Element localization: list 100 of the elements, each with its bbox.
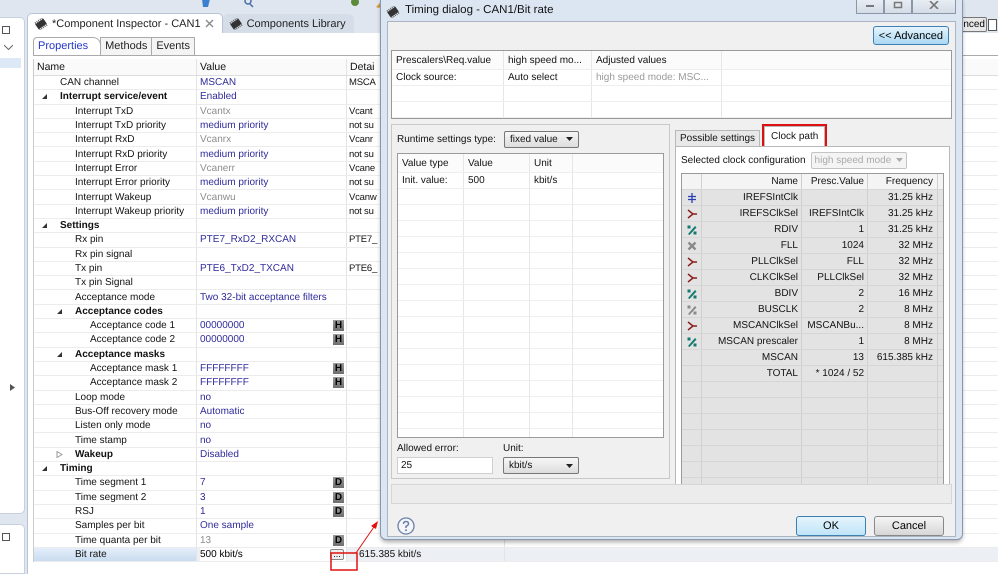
property-detail: 615.385 kbit/s	[359, 548, 422, 560]
table-cell: 13	[852, 352, 864, 363]
table-cell: BDIV	[702, 286, 802, 301]
property-name: Time stamp	[75, 434, 127, 446]
property-name: Acceptance mode	[75, 292, 156, 303]
unit-dropdown[interactable]: kbit/s	[503, 457, 579, 474]
mode-badge[interactable]: D	[333, 492, 344, 503]
ok-button[interactable]: OK	[796, 516, 866, 536]
property-name: Acceptance codes	[75, 306, 163, 317]
property-detail: Vcanw	[349, 192, 377, 203]
column-header[interactable]: Prescalers\Req.value	[392, 51, 504, 69]
settings-tab[interactable]: Clock path	[764, 126, 826, 146]
column-header[interactable]: Value	[197, 59, 347, 75]
property-value: PTE7_RxD2_RXCAN	[200, 234, 296, 246]
mode-badge[interactable]: D	[333, 534, 344, 546]
table-cell: PLLClkSel	[702, 254, 802, 269]
column-header[interactable]: Value	[464, 154, 530, 172]
property-name: Interrupt RxD	[75, 134, 134, 146]
property-value: FFFFFFFF	[200, 377, 249, 388]
column-header[interactable]: Presc.Value	[802, 174, 868, 189]
property-name: Rx pin	[75, 234, 104, 246]
property-name: Tx pin	[75, 263, 102, 274]
column-header[interactable]: Name	[34, 59, 197, 75]
property-name: Interrupt Wakeup priority	[75, 206, 184, 217]
table-cell: IREFSIntClk	[702, 190, 802, 205]
column-header[interactable]: high speed mo...	[504, 51, 592, 69]
property-value: Two 32-bit acceptance filters	[200, 292, 327, 303]
table-cell: high speed mode: MSC...	[592, 70, 722, 85]
tab-label: *Component Inspector - CAN1	[52, 18, 201, 30]
property-tab[interactable]: Properties	[33, 37, 102, 55]
property-value: Disabled	[200, 448, 239, 460]
table-cell: 1024	[842, 240, 864, 251]
property-name: Interrupt service/event	[60, 91, 168, 102]
property-tab[interactable]: Events	[151, 37, 195, 55]
property-name: Time segment 1	[75, 477, 146, 488]
property-name: CAN channel	[60, 77, 119, 88]
property-name: Interrupt TxD priority	[75, 120, 166, 132]
editor-tab[interactable]: Components Library	[222, 14, 354, 33]
table-cell: 31.25 kHz	[888, 224, 933, 235]
advanced-button[interactable]: << Advanced	[872, 26, 949, 45]
property-value: medium priority	[200, 177, 268, 188]
property-name: Interrupt TxD	[75, 106, 134, 117]
field-label: Runtime settings type:	[397, 134, 496, 144]
property-value: Enabled	[200, 91, 237, 102]
mode-badge[interactable]: H	[333, 320, 344, 332]
property-value: 1	[200, 506, 206, 518]
table-cell: Init. value:	[398, 173, 464, 188]
error-field[interactable]: 25	[397, 457, 493, 474]
settings-tab[interactable]: Possible settings	[675, 130, 760, 146]
property-value: PTE6_TxD2_TXCAN	[200, 263, 294, 274]
property-name: Bit rate	[75, 548, 107, 560]
window-title: Timing dialog - CAN1/Bit rate	[405, 4, 554, 18]
mode-badge[interactable]: H	[333, 377, 344, 388]
column-header[interactable]: Value type	[398, 154, 464, 172]
column-header[interactable]: Adjusted values	[592, 51, 722, 69]
property-value: Vcanwu	[200, 192, 236, 203]
property-name: Bus-Off recovery mode	[75, 406, 178, 417]
property-name: Time quanta per bit	[75, 534, 161, 546]
mode-badge[interactable]: D	[333, 477, 344, 488]
property-value: no	[200, 392, 212, 403]
table-cell: FLL	[702, 238, 802, 253]
property-value: Vcanrx	[200, 134, 232, 146]
property-name: Acceptance mask 2	[90, 377, 178, 388]
type-dropdown[interactable]: fixed value	[504, 130, 579, 148]
property-value: 13	[200, 534, 212, 546]
property-name: Acceptance masks	[75, 348, 166, 360]
table-cell: PLLClkSel	[817, 272, 864, 283]
table-cell: 8 MHz	[904, 336, 933, 347]
property-name: Timing	[60, 463, 93, 474]
cancel-button[interactable]: Cancel	[874, 516, 944, 536]
property-value: Automatic	[200, 406, 244, 417]
property-name: Acceptance code 1	[90, 320, 176, 332]
editor-tab[interactable]: *Component Inspector - CAN1	[27, 13, 223, 33]
property-value: medium priority	[200, 206, 268, 217]
property-name: Acceptance mask 1	[90, 363, 178, 374]
table-cell: IREFSClkSel	[702, 206, 802, 221]
property-value: MSCAN	[200, 77, 236, 88]
table-cell: MSCANClkSel	[702, 318, 802, 333]
property-detail: Vcane	[349, 162, 375, 174]
property-name: Interrupt Error	[75, 162, 138, 174]
property-value: 00000000	[200, 320, 244, 332]
column-header[interactable]: Frequency	[868, 174, 938, 189]
mode-badge[interactable]: D	[333, 506, 344, 517]
table-cell: 500	[464, 173, 530, 188]
table-cell: FLL	[846, 256, 864, 267]
table-cell: 8 MHz	[904, 320, 933, 331]
property-value: FFFFFFFF	[200, 363, 249, 374]
property-tab[interactable]: Methods	[100, 37, 152, 55]
column-header[interactable]: Name	[702, 174, 802, 189]
mode-badge[interactable]: H	[333, 334, 344, 346]
mode-badge[interactable]: H	[333, 362, 344, 374]
property-name: Tx pin Signal	[75, 277, 133, 288]
property-name: Rx pin signal	[75, 248, 132, 260]
table-cell: 31.25 kHz	[888, 192, 933, 203]
tab-label: Components Library	[246, 18, 346, 30]
table-cell: IREFSIntClk	[808, 208, 864, 219]
field-label: Unit:	[503, 443, 525, 454]
property-name: Wakeup	[75, 448, 113, 460]
column-header[interactable]: Unit	[530, 154, 573, 172]
table-cell: TOTAL	[702, 366, 802, 381]
